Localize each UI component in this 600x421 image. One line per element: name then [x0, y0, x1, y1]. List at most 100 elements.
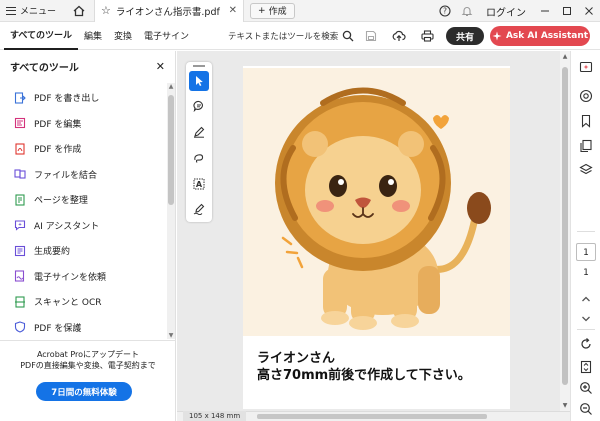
- minimize-button[interactable]: [534, 0, 556, 22]
- combine-files-icon: [14, 168, 26, 180]
- rotate-button[interactable]: [578, 336, 594, 352]
- select-tool-button[interactable]: [189, 71, 209, 91]
- tab-e-sign[interactable]: 電子サイン: [138, 22, 195, 50]
- tool-item-edit-pdf[interactable]: PDF を編集: [0, 111, 166, 137]
- create-button[interactable]: + 作成: [250, 2, 295, 19]
- scrollbar-thumb[interactable]: [168, 95, 174, 205]
- search-icon: [343, 30, 354, 42]
- ai-assistant-rail-button[interactable]: [578, 60, 594, 76]
- tool-item-organize-pages[interactable]: ページを整理: [0, 187, 166, 213]
- maximize-button[interactable]: [556, 0, 578, 22]
- tool-item-label: PDF を編集: [34, 119, 82, 130]
- tool-item-protect-pdf[interactable]: PDF を保護: [0, 315, 166, 341]
- tool-item-label: AI アシスタント: [34, 221, 100, 232]
- window-close-button[interactable]: [578, 0, 600, 22]
- bookmarks-rail-button[interactable]: [578, 113, 594, 129]
- all-tools-panel-title: すべてのツール: [10, 62, 79, 74]
- zoom-in-button[interactable]: [578, 380, 594, 396]
- previous-page-button[interactable]: [578, 291, 594, 307]
- tab-edit[interactable]: 編集: [78, 22, 108, 50]
- sign-tool-button[interactable]: [189, 199, 209, 219]
- layers-icon: [579, 163, 593, 175]
- save-button[interactable]: [360, 25, 382, 47]
- request-signature-icon: [14, 270, 26, 282]
- text-box-tool-button[interactable]: A: [189, 174, 209, 194]
- create-pdf-icon: [14, 143, 26, 155]
- maximize-icon: [563, 7, 571, 15]
- draw-tool-button[interactable]: [189, 148, 209, 168]
- tool-list-scrollbar[interactable]: ▲ ▼: [167, 83, 175, 339]
- window-close-icon: [585, 7, 593, 15]
- bookmark-icon: [581, 114, 591, 128]
- protect-pdf-icon: [14, 321, 26, 333]
- upload-button[interactable]: [388, 25, 410, 47]
- star-icon[interactable]: ☆: [101, 4, 111, 17]
- scroll-down-icon[interactable]: ▼: [560, 402, 570, 409]
- document-tab-title: ライオンさん指示書.pdf: [115, 6, 220, 18]
- share-button[interactable]: 共有: [446, 27, 484, 45]
- organize-pages-icon: [14, 194, 26, 206]
- scrollbar-thumb[interactable]: [562, 67, 568, 385]
- tool-item-label: 生成要約: [34, 247, 71, 258]
- zoom-out-icon: [580, 403, 592, 415]
- page-size-label: 105 x 148 mm: [183, 411, 247, 421]
- tool-item-label: ファイルを結合: [34, 170, 98, 181]
- print-button[interactable]: [416, 25, 438, 47]
- chevron-up-icon: [582, 296, 590, 302]
- horizontal-scrollbar-thumb[interactable]: [257, 414, 487, 419]
- toolbar-icons: [360, 22, 438, 50]
- help-icon: ?: [439, 5, 451, 17]
- login-button[interactable]: ログイン: [478, 4, 534, 19]
- ai-chat-icon: [579, 61, 593, 73]
- copy-pages-icon: [580, 139, 592, 153]
- ask-ai-assistant-button[interactable]: Ask AI Assistant: [490, 26, 590, 46]
- home-icon: [73, 5, 85, 16]
- tool-item-scan-ocr[interactable]: スキャンと OCR: [0, 289, 166, 315]
- text-box-icon: A: [193, 178, 205, 190]
- comment-tool-button[interactable]: [189, 96, 209, 116]
- scroll-up-icon[interactable]: ▲: [560, 53, 570, 60]
- free-trial-button[interactable]: 7日間の無料体験: [36, 382, 132, 401]
- tab-all-tools[interactable]: すべてのツール: [4, 22, 79, 50]
- tool-item-label: 電子サインを依頼: [34, 272, 107, 283]
- drag-handle[interactable]: [193, 65, 205, 67]
- summary-icon: [14, 245, 26, 257]
- printer-icon: [420, 30, 434, 42]
- tool-item-generative-summary[interactable]: 生成要約: [0, 238, 166, 264]
- home-button[interactable]: [68, 0, 90, 22]
- tab-convert[interactable]: 変換: [108, 22, 138, 50]
- ai-sparkle-icon: [492, 31, 502, 41]
- document-tab[interactable]: ☆ ライオンさん指示書.pdf ✕: [94, 0, 245, 22]
- right-rail: 1 1: [570, 51, 600, 421]
- scan-ocr-icon: [14, 296, 26, 308]
- menu-button[interactable]: メニュー: [0, 0, 62, 22]
- fit-page-button[interactable]: [578, 359, 594, 375]
- total-pages-label: 1: [583, 268, 589, 278]
- help-button[interactable]: ?: [434, 0, 456, 22]
- minimize-icon: [541, 10, 549, 12]
- tool-item-create-pdf[interactable]: PDF を作成: [0, 136, 166, 162]
- scroll-up-icon[interactable]: ▲: [167, 83, 175, 90]
- tool-item-export-pdf[interactable]: PDF を書き出し: [0, 85, 166, 111]
- export-pdf-icon: [14, 92, 26, 104]
- tool-item-combine-files[interactable]: ファイルを結合: [0, 162, 166, 188]
- current-page-input[interactable]: 1: [576, 243, 596, 261]
- tool-search[interactable]: テキストまたはツールを検索: [228, 22, 354, 50]
- tool-item-request-signature[interactable]: 電子サインを依頼: [0, 264, 166, 290]
- pages-rail-button[interactable]: [578, 138, 594, 154]
- highlight-tool-button[interactable]: [189, 122, 209, 142]
- scroll-down-icon[interactable]: ▼: [167, 332, 175, 339]
- comments-rail-button[interactable]: [578, 88, 594, 104]
- notifications-button[interactable]: [456, 0, 478, 22]
- document-vertical-scrollbar[interactable]: ▲ ▼: [560, 51, 570, 411]
- next-page-button[interactable]: [578, 311, 594, 327]
- tool-item-label: PDF を保護: [34, 323, 82, 334]
- edit-pdf-icon: [14, 117, 26, 129]
- zoom-out-button[interactable]: [578, 401, 594, 417]
- ask-ai-assistant-label: Ask AI Assistant: [505, 31, 589, 41]
- svg-text:?: ?: [443, 7, 447, 16]
- layers-rail-button[interactable]: [578, 162, 594, 178]
- tool-item-ai-assistant[interactable]: AI アシスタント: [0, 213, 166, 239]
- close-panel-icon[interactable]: ✕: [156, 60, 165, 73]
- close-icon[interactable]: ✕: [229, 5, 237, 16]
